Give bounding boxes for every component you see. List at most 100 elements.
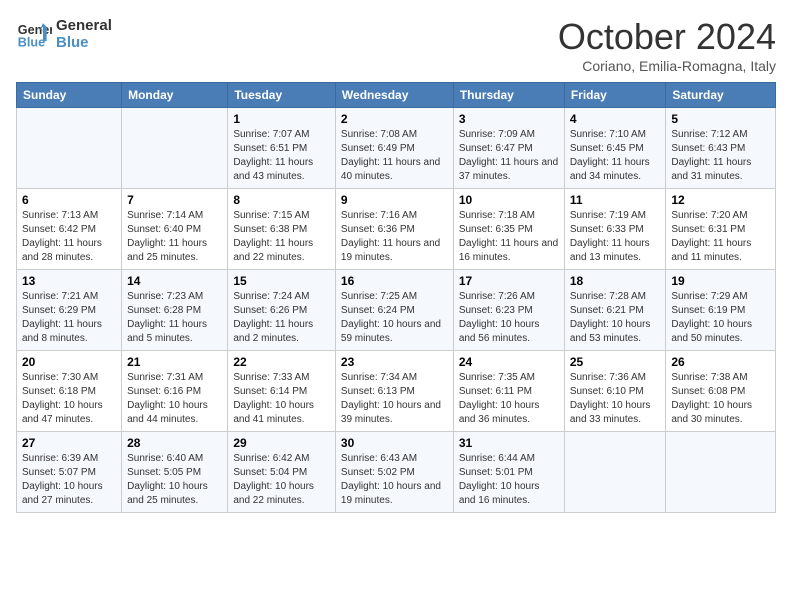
day-number: 16: [341, 274, 448, 288]
day-number: 21: [127, 355, 222, 369]
day-number: 6: [22, 193, 116, 207]
logo: General Blue General Blue: [16, 16, 112, 52]
calendar-cell: 28 Sunrise: 6:40 AMSunset: 5:05 PMDayligh…: [122, 432, 228, 513]
day-info: Sunrise: 7:18 AMSunset: 6:35 PMDaylight:…: [459, 209, 559, 265]
calendar-cell: 4Sunrise: 7:10 AMSunset: 6:45 PMDaylight…: [564, 108, 666, 189]
day-number: 18: [570, 274, 661, 288]
calendar-cell: [666, 432, 776, 513]
calendar-cell: 13 Sunrise: 7:21 AMSunset: 6:29 PMDayligh…: [17, 270, 122, 351]
day-info: Sunrise: 7:23 AMSunset: 6:28 PMDaylight:…: [127, 290, 222, 346]
day-number: 14: [127, 274, 222, 288]
day-number: 19: [671, 274, 770, 288]
calendar-cell: 20 Sunrise: 7:30 AMSunset: 6:18 PMDayligh…: [17, 351, 122, 432]
day-number: 15: [233, 274, 330, 288]
day-info: Sunrise: 7:15 AMSunset: 6:38 PMDaylight:…: [233, 209, 330, 265]
logo-general: General: [56, 17, 112, 34]
calendar-cell: 12Sunrise: 7:20 AMSunset: 6:31 PMDayligh…: [666, 189, 776, 270]
day-info: Sunrise: 7:10 AMSunset: 6:45 PMDaylight:…: [570, 128, 661, 184]
calendar-cell: 11Sunrise: 7:19 AMSunset: 6:33 PMDayligh…: [564, 189, 666, 270]
day-number: 5: [671, 112, 770, 126]
weekday-header-cell: Sunday: [17, 83, 122, 108]
day-number: 3: [459, 112, 559, 126]
day-number: 8: [233, 193, 330, 207]
day-number: 23: [341, 355, 448, 369]
day-info: Sunrise: 7:09 AMSunset: 6:47 PMDaylight:…: [459, 128, 559, 184]
calendar-cell: [122, 108, 228, 189]
day-info: Sunrise: 6:42 AMSunset: 5:04 PMDaylight:…: [233, 452, 330, 508]
day-info: Sunrise: 7:29 AMSunset: 6:19 PMDaylight:…: [671, 290, 770, 346]
day-info: Sunrise: 7:07 AMSunset: 6:51 PMDaylight:…: [233, 128, 330, 184]
calendar-cell: 23 Sunrise: 7:34 AMSunset: 6:13 PMDayligh…: [335, 351, 453, 432]
day-number: 13: [22, 274, 116, 288]
page-header: General Blue General Blue October 2024 C…: [16, 16, 776, 74]
calendar-table: SundayMondayTuesdayWednesdayThursdayFrid…: [16, 82, 776, 513]
day-info: Sunrise: 7:21 AMSunset: 6:29 PMDaylight:…: [22, 290, 116, 346]
calendar-cell: 25Sunrise: 7:36 AMSunset: 6:10 PMDayligh…: [564, 351, 666, 432]
calendar-cell: [564, 432, 666, 513]
day-info: Sunrise: 7:28 AMSunset: 6:21 PMDaylight:…: [570, 290, 661, 346]
calendar-cell: 3 Sunrise: 7:09 AMSunset: 6:47 PMDaylight…: [453, 108, 564, 189]
calendar-cell: 19 Sunrise: 7:29 AMSunset: 6:19 PMDayligh…: [666, 270, 776, 351]
calendar-cell: 2 Sunrise: 7:08 AMSunset: 6:49 PMDaylight…: [335, 108, 453, 189]
calendar-cell: 26Sunrise: 7:38 AMSunset: 6:08 PMDayligh…: [666, 351, 776, 432]
weekday-header-row: SundayMondayTuesdayWednesdayThursdayFrid…: [17, 83, 776, 108]
day-info: Sunrise: 6:44 AMSunset: 5:01 PMDaylight:…: [459, 452, 559, 508]
day-number: 17: [459, 274, 559, 288]
calendar-cell: 1Sunrise: 7:07 AMSunset: 6:51 PMDaylight…: [228, 108, 336, 189]
day-number: 25: [570, 355, 661, 369]
day-number: 24: [459, 355, 559, 369]
calendar-cell: 6 Sunrise: 7:13 AMSunset: 6:42 PMDaylight…: [17, 189, 122, 270]
calendar-cell: [17, 108, 122, 189]
calendar-week-row: 13 Sunrise: 7:21 AMSunset: 6:29 PMDayligh…: [17, 270, 776, 351]
day-info: Sunrise: 7:24 AMSunset: 6:26 PMDaylight:…: [233, 290, 330, 346]
calendar-cell: 17 Sunrise: 7:26 AMSunset: 6:23 PMDayligh…: [453, 270, 564, 351]
day-info: Sunrise: 7:13 AMSunset: 6:42 PMDaylight:…: [22, 209, 116, 265]
weekday-header-cell: Monday: [122, 83, 228, 108]
calendar-cell: 30Sunrise: 6:43 AMSunset: 5:02 PMDayligh…: [335, 432, 453, 513]
day-info: Sunrise: 7:34 AMSunset: 6:13 PMDaylight:…: [341, 371, 448, 427]
day-info: Sunrise: 7:16 AMSunset: 6:36 PMDaylight:…: [341, 209, 448, 265]
calendar-week-row: 20 Sunrise: 7:30 AMSunset: 6:18 PMDayligh…: [17, 351, 776, 432]
day-number: 22: [233, 355, 330, 369]
calendar-cell: 14 Sunrise: 7:23 AMSunset: 6:28 PMDayligh…: [122, 270, 228, 351]
calendar-cell: 18 Sunrise: 7:28 AMSunset: 6:21 PMDayligh…: [564, 270, 666, 351]
day-number: 9: [341, 193, 448, 207]
calendar-week-row: 6 Sunrise: 7:13 AMSunset: 6:42 PMDaylight…: [17, 189, 776, 270]
month-title: October 2024: [558, 16, 776, 58]
day-number: 31: [459, 436, 559, 450]
weekday-header-cell: Wednesday: [335, 83, 453, 108]
weekday-header-cell: Tuesday: [228, 83, 336, 108]
weekday-header-cell: Saturday: [666, 83, 776, 108]
day-info: Sunrise: 7:20 AMSunset: 6:31 PMDaylight:…: [671, 209, 770, 265]
day-number: 26: [671, 355, 770, 369]
calendar-cell: 21Sunrise: 7:31 AMSunset: 6:16 PMDayligh…: [122, 351, 228, 432]
day-info: Sunrise: 6:40 AMSunset: 5:05 PMDaylight:…: [127, 452, 222, 508]
calendar-cell: 15 Sunrise: 7:24 AMSunset: 6:26 PMDayligh…: [228, 270, 336, 351]
day-number: 30: [341, 436, 448, 450]
calendar-cell: 7 Sunrise: 7:14 AMSunset: 6:40 PMDaylight…: [122, 189, 228, 270]
day-number: 7: [127, 193, 222, 207]
day-info: Sunrise: 7:14 AMSunset: 6:40 PMDaylight:…: [127, 209, 222, 265]
day-number: 27: [22, 436, 116, 450]
calendar-cell: 5 Sunrise: 7:12 AMSunset: 6:43 PMDaylight…: [666, 108, 776, 189]
day-info: Sunrise: 7:30 AMSunset: 6:18 PMDaylight:…: [22, 371, 116, 427]
day-info: Sunrise: 6:39 AMSunset: 5:07 PMDaylight:…: [22, 452, 116, 508]
location: Coriano, Emilia-Romagna, Italy: [558, 58, 776, 74]
calendar-cell: 24Sunrise: 7:35 AMSunset: 6:11 PMDayligh…: [453, 351, 564, 432]
calendar-cell: 9 Sunrise: 7:16 AMSunset: 6:36 PMDaylight…: [335, 189, 453, 270]
svg-text:Blue: Blue: [18, 36, 45, 50]
day-number: 2: [341, 112, 448, 126]
day-info: Sunrise: 7:12 AMSunset: 6:43 PMDaylight:…: [671, 128, 770, 184]
logo-blue: Blue: [56, 34, 112, 51]
calendar-cell: 29Sunrise: 6:42 AMSunset: 5:04 PMDayligh…: [228, 432, 336, 513]
calendar-body: 1Sunrise: 7:07 AMSunset: 6:51 PMDaylight…: [17, 108, 776, 513]
day-info: Sunrise: 7:08 AMSunset: 6:49 PMDaylight:…: [341, 128, 448, 184]
day-info: Sunrise: 7:33 AMSunset: 6:14 PMDaylight:…: [233, 371, 330, 427]
calendar-cell: 16Sunrise: 7:25 AMSunset: 6:24 PMDayligh…: [335, 270, 453, 351]
day-number: 28: [127, 436, 222, 450]
day-info: Sunrise: 7:26 AMSunset: 6:23 PMDaylight:…: [459, 290, 559, 346]
logo-icon: General Blue: [16, 16, 52, 52]
day-number: 11: [570, 193, 661, 207]
day-number: 20: [22, 355, 116, 369]
calendar-cell: 22 Sunrise: 7:33 AMSunset: 6:14 PMDayligh…: [228, 351, 336, 432]
